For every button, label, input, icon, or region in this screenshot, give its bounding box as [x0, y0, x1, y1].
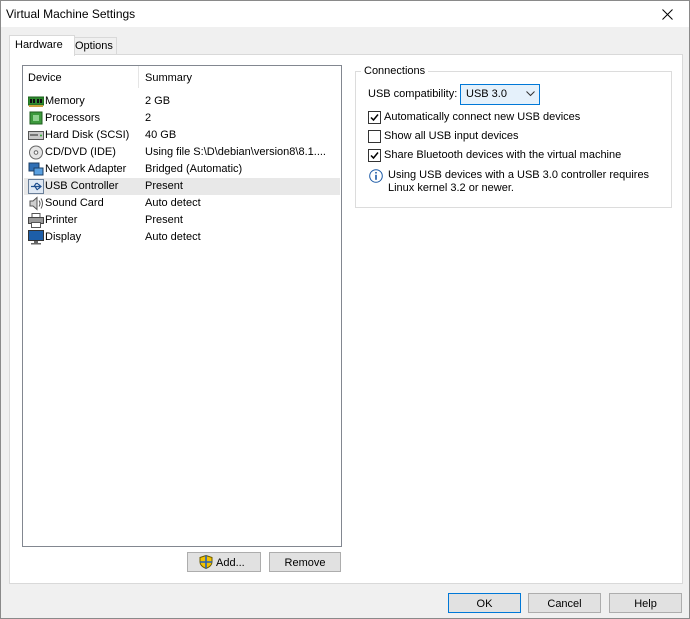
- title-bar: Virtual Machine Settings: [1, 1, 689, 27]
- device-row-display[interactable]: Display Auto detect: [24, 229, 340, 246]
- device-summary: Auto detect: [145, 231, 201, 243]
- cancel-button[interactable]: Cancel: [528, 593, 601, 613]
- usb3-info-text: Using USB devices with a USB 3.0 control…: [388, 169, 658, 195]
- connections-legend: Connections: [361, 65, 429, 77]
- device-row-sound-card[interactable]: Sound Card Auto detect: [24, 195, 340, 212]
- add-button[interactable]: Add...: [187, 552, 261, 572]
- tab-options-label: Options: [75, 40, 113, 52]
- device-name: Network Adapter: [45, 163, 127, 175]
- window-title: Virtual Machine Settings: [6, 7, 136, 21]
- info-line-1: Using USB devices with a USB 3.0 control…: [388, 169, 650, 181]
- share-bluetooth-label: Share Bluetooth devices with the virtual…: [384, 149, 622, 161]
- usb-icon: [28, 179, 44, 194]
- device-row-usb-controller[interactable]: USB Controller Present: [24, 178, 340, 195]
- dialog-window: Virtual Machine Settings Hardware Option…: [0, 0, 690, 619]
- tab-options[interactable]: Options: [69, 37, 117, 55]
- usb-compatibility-label: USB compatibility:: [368, 88, 458, 100]
- device-row-processors[interactable]: Processors 2: [24, 110, 340, 127]
- processor-icon: [29, 111, 43, 125]
- device-summary: Using file S:\D\debian\version8\8.1....: [145, 146, 326, 158]
- auto-connect-checkbox[interactable]: [368, 111, 381, 124]
- column-header-device[interactable]: Device: [28, 66, 62, 88]
- device-summary: 2: [145, 112, 152, 124]
- shield-icon: [199, 555, 213, 569]
- device-row-memory[interactable]: Memory 2 GB: [24, 93, 340, 110]
- device-list[interactable]: Device Summary Memory 2 GB Processors 2 …: [22, 65, 342, 547]
- remove-button[interactable]: Remove: [269, 552, 341, 572]
- cancel-button-label: Cancel: [547, 598, 582, 610]
- chevron-down-icon: [526, 91, 535, 97]
- device-name: Processors: [45, 112, 101, 124]
- device-name: Display: [45, 231, 82, 243]
- info-icon: [369, 169, 383, 183]
- printer-icon: [28, 213, 44, 228]
- usb-compatibility-select[interactable]: USB 3.0: [460, 84, 540, 105]
- usb-compatibility-value: USB 3.0: [466, 88, 507, 100]
- sound-card-icon: [29, 196, 43, 211]
- device-name: Memory: [45, 95, 85, 107]
- help-button[interactable]: Help: [609, 593, 682, 613]
- tab-hardware-label: Hardware: [15, 39, 63, 51]
- show-all-label: Show all USB input devices: [384, 130, 519, 142]
- info-line-2: Linux kernel 3.2 or newer.: [388, 182, 514, 194]
- device-summary: Present: [145, 180, 183, 192]
- checkmark-icon: [370, 152, 379, 160]
- device-name: Hard Disk (SCSI): [45, 129, 130, 141]
- device-summary: Auto detect: [145, 197, 201, 209]
- add-button-label: Add...: [216, 557, 245, 569]
- hard-disk-icon: [28, 131, 44, 140]
- list-header: Device Summary: [23, 66, 341, 88]
- tab-hardware[interactable]: Hardware: [9, 35, 75, 56]
- device-row-network-adapter[interactable]: Network Adapter Bridged (Automatic): [24, 161, 340, 178]
- ok-button[interactable]: OK: [448, 593, 521, 613]
- show-all-checkbox[interactable]: [368, 130, 381, 143]
- device-row-cd-dvd[interactable]: CD/DVD (IDE) Using file S:\D\debian\vers…: [24, 144, 340, 161]
- device-summary: 40 GB: [145, 129, 177, 141]
- device-name: CD/DVD (IDE): [45, 146, 116, 158]
- memory-icon: [28, 96, 44, 107]
- share-bluetooth-checkbox[interactable]: [368, 149, 381, 162]
- device-summary: Present: [145, 214, 183, 226]
- device-summary: Bridged (Automatic): [145, 163, 243, 175]
- device-name: Sound Card: [45, 197, 104, 209]
- remove-button-label: Remove: [284, 557, 326, 569]
- auto-connect-label: Automatically connect new USB devices: [384, 111, 581, 123]
- cd-dvd-icon: [29, 145, 43, 160]
- device-name: USB Controller: [45, 180, 119, 192]
- device-row-printer[interactable]: Printer Present: [24, 212, 340, 229]
- display-icon: [28, 230, 44, 245]
- connections-group: Connections USB compatibility: USB 3.0 A…: [355, 65, 672, 208]
- column-separator[interactable]: [138, 66, 139, 88]
- checkmark-icon: [370, 114, 379, 122]
- device-name: Printer: [45, 214, 78, 226]
- network-adapter-icon: [28, 162, 44, 176]
- ok-button-label: OK: [476, 598, 493, 610]
- hardware-panel: Device Summary Memory 2 GB Processors 2 …: [9, 54, 683, 584]
- column-header-summary[interactable]: Summary: [145, 66, 192, 88]
- close-icon: [661, 8, 673, 20]
- device-summary: 2 GB: [145, 95, 171, 107]
- close-button[interactable]: [645, 1, 689, 27]
- device-row-hard-disk[interactable]: Hard Disk (SCSI) 40 GB: [24, 127, 340, 144]
- help-button-label: Help: [634, 598, 657, 610]
